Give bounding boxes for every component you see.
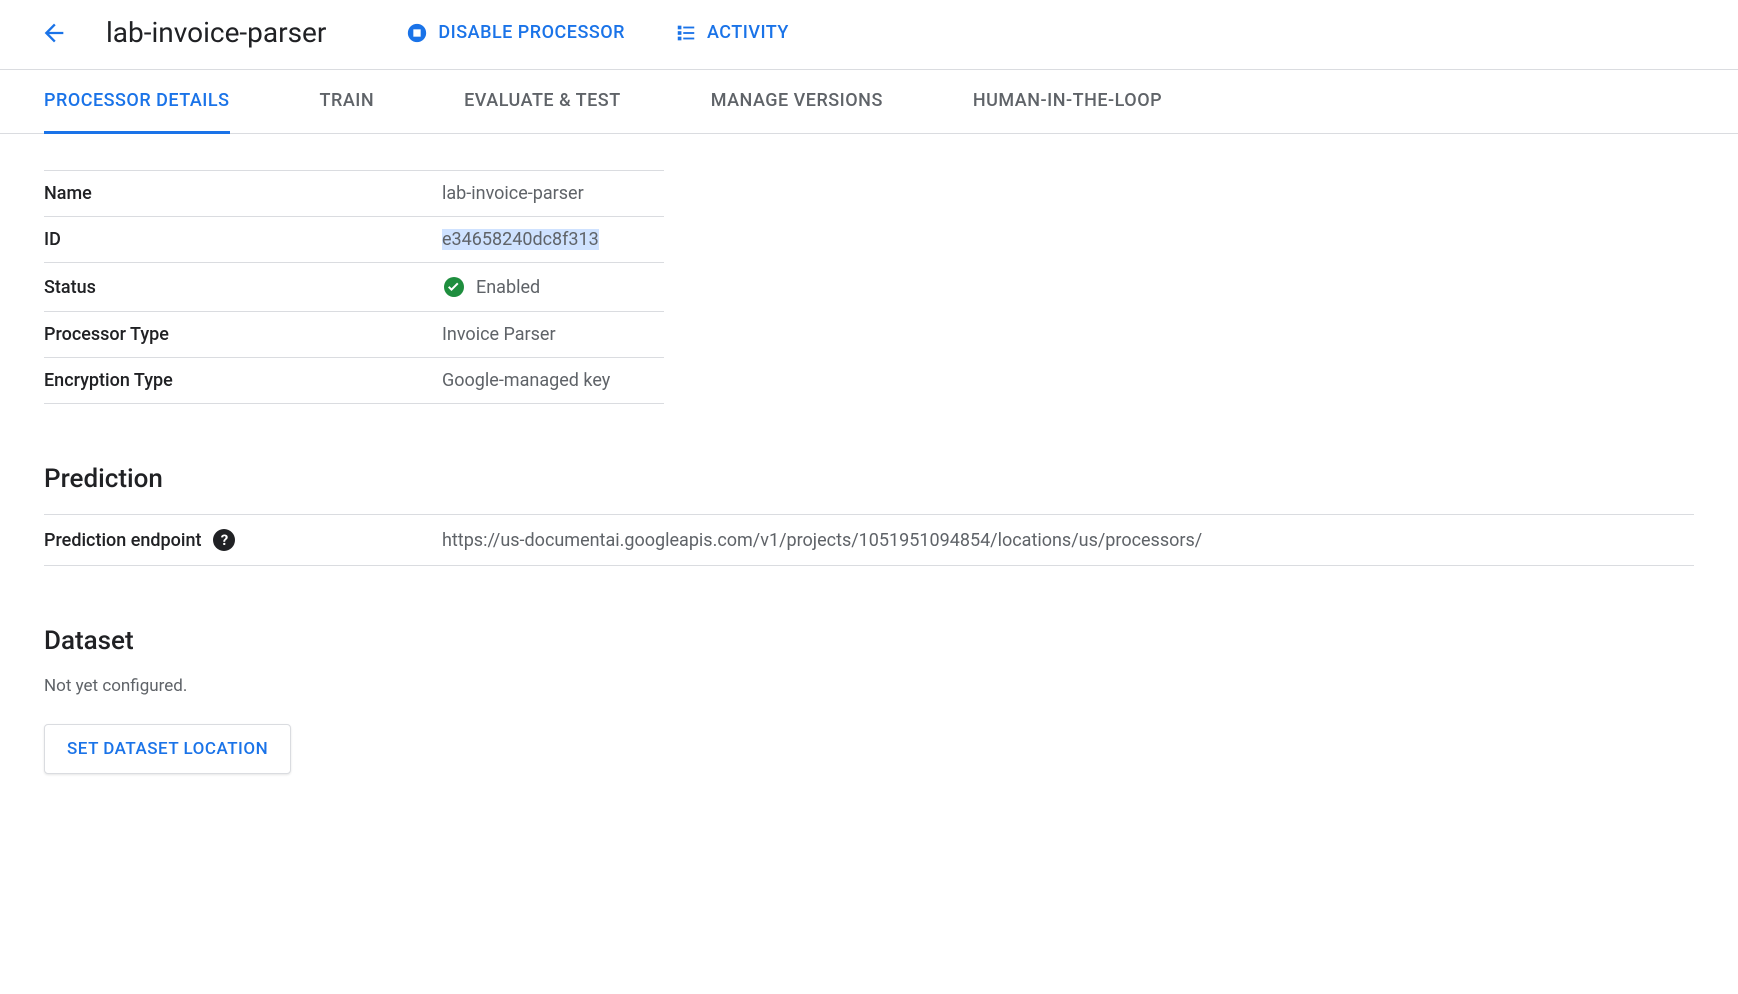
- header-actions: DISABLE PROCESSOR ACTIVITY: [406, 22, 789, 44]
- table-row: Status Enabled: [44, 263, 664, 312]
- table-row: Processor Type Invoice Parser: [44, 312, 664, 358]
- help-icon[interactable]: ?: [213, 529, 235, 551]
- activity-list-icon: [675, 22, 697, 44]
- back-arrow-icon[interactable]: [40, 19, 68, 47]
- name-value: lab-invoice-parser: [442, 171, 664, 217]
- prediction-heading: Prediction: [44, 464, 1694, 494]
- encryption-type-label: Encryption Type: [44, 358, 442, 404]
- dataset-status-text: Not yet configured.: [44, 676, 1694, 696]
- check-circle-icon: [442, 275, 466, 299]
- prediction-endpoint-label-group: Prediction endpoint ?: [44, 529, 442, 551]
- id-value: e34658240dc8f313: [442, 217, 664, 263]
- activity-button[interactable]: ACTIVITY: [675, 22, 789, 44]
- stop-icon: [406, 22, 428, 44]
- processor-title: lab-invoice-parser: [106, 16, 326, 49]
- name-label: Name: [44, 171, 442, 217]
- prediction-row: Prediction endpoint ? https://us-documen…: [44, 514, 1694, 566]
- prediction-endpoint-label: Prediction endpoint: [44, 530, 201, 551]
- status-text: Enabled: [476, 277, 540, 298]
- disable-processor-button[interactable]: DISABLE PROCESSOR: [406, 22, 625, 44]
- dataset-heading: Dataset: [44, 626, 1694, 656]
- tab-manage-versions[interactable]: MANAGE VERSIONS: [711, 70, 883, 134]
- page-header: lab-invoice-parser DISABLE PROCESSOR ACT…: [0, 0, 1738, 70]
- tab-evaluate-test[interactable]: EVALUATE & TEST: [464, 70, 621, 134]
- status-value: Enabled: [442, 263, 664, 312]
- id-value-text[interactable]: e34658240dc8f313: [442, 229, 599, 250]
- encryption-type-value: Google-managed key: [442, 358, 664, 404]
- set-dataset-location-button[interactable]: SET DATASET LOCATION: [44, 724, 291, 774]
- id-label: ID: [44, 217, 442, 263]
- status-label: Status: [44, 263, 442, 312]
- disable-processor-label: DISABLE PROCESSOR: [438, 22, 625, 43]
- prediction-endpoint-value: https://us-documentai.googleapis.com/v1/…: [442, 530, 1202, 551]
- details-table: Name lab-invoice-parser ID e34658240dc8f…: [44, 170, 664, 404]
- tabs-container: PROCESSOR DETAILS TRAIN EVALUATE & TEST …: [0, 70, 1738, 134]
- tab-train[interactable]: TRAIN: [320, 70, 375, 134]
- table-row: Name lab-invoice-parser: [44, 171, 664, 217]
- table-row: Encryption Type Google-managed key: [44, 358, 664, 404]
- processor-type-label: Processor Type: [44, 312, 442, 358]
- tab-processor-details[interactable]: PROCESSOR DETAILS: [44, 70, 230, 134]
- tab-human-in-the-loop[interactable]: HUMAN-IN-THE-LOOP: [973, 70, 1162, 134]
- table-row: ID e34658240dc8f313: [44, 217, 664, 263]
- activity-label: ACTIVITY: [707, 22, 789, 43]
- processor-type-value: Invoice Parser: [442, 312, 664, 358]
- content-area: Name lab-invoice-parser ID e34658240dc8f…: [0, 134, 1738, 810]
